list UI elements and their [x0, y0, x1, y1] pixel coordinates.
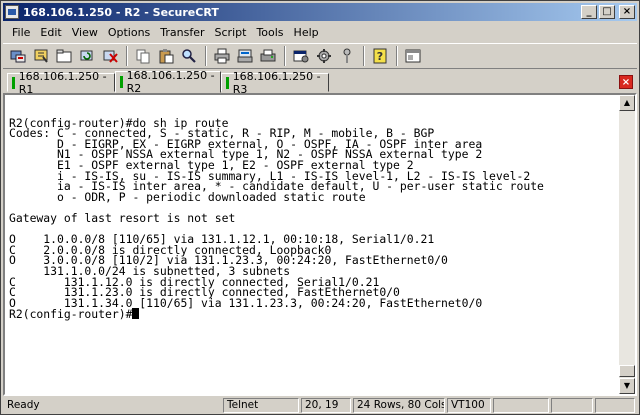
toolbar-separator: [363, 46, 365, 66]
keymap-icon[interactable]: [336, 45, 358, 67]
terminal-prompt-line: R2(config-router)#: [9, 307, 609, 322]
terminal-frame: R2(config-router)#do sh ip route Codes: C…: [3, 93, 637, 396]
menu-file[interactable]: File: [7, 26, 35, 39]
securecrt-window: 168.106.1.250 - R2 - SecureCRT _ □ × Fil…: [0, 0, 640, 415]
status-cursor-position: 20, 19: [301, 398, 351, 413]
tab-session-r3[interactable]: 168.106.1.250 - R3: [221, 70, 329, 96]
tab-label: 168.106.1.250 - R1: [18, 69, 107, 96]
status-terminal-size: 24 Rows, 80 Cols: [353, 398, 445, 413]
toolbar: ?: [3, 43, 637, 69]
vertical-scrollbar[interactable]: ▲ ▼: [619, 95, 635, 394]
status-panel-empty-1: [493, 398, 549, 413]
connected-status-icon: [120, 76, 123, 88]
scroll-up-button[interactable]: ▲: [619, 95, 635, 111]
help-icon[interactable]: ?: [369, 45, 391, 67]
securecrt-app-icon[interactable]: [5, 5, 19, 19]
global-options-icon[interactable]: [313, 45, 335, 67]
terminal-output[interactable]: R2(config-router)#do sh ip route Codes: C…: [9, 107, 609, 392]
session-options-icon[interactable]: [290, 45, 312, 67]
toolbar-separator: [396, 46, 398, 66]
status-panel-empty-3: [595, 398, 635, 413]
toolbar-separator: [205, 46, 207, 66]
connect-icon[interactable]: [7, 45, 29, 67]
menu-transfer[interactable]: Transfer: [155, 26, 209, 39]
copy-icon[interactable]: [132, 45, 154, 67]
scroll-down-button[interactable]: ▼: [619, 378, 635, 394]
menu-tools[interactable]: Tools: [251, 26, 288, 39]
menu-help[interactable]: Help: [289, 26, 324, 39]
status-bar: Ready Telnet 20, 19 24 Rows, 80 Cols VT1…: [3, 397, 637, 414]
toolbar-separator: [284, 46, 286, 66]
tab-label: 168.106.1.250 - R3: [232, 69, 321, 96]
status-text: Ready: [7, 399, 40, 411]
terminal-line: Gateway of last resort is not set: [9, 210, 236, 225]
menu-edit[interactable]: Edit: [35, 26, 66, 39]
disconnect-icon[interactable]: [99, 45, 121, 67]
toolbar-separator: [126, 46, 128, 66]
connect-tab-icon[interactable]: [53, 45, 75, 67]
menu-options[interactable]: Options: [103, 26, 155, 39]
print-icon[interactable]: [211, 45, 233, 67]
close-button[interactable]: ×: [619, 5, 635, 19]
quick-connect-icon[interactable]: [30, 45, 52, 67]
connected-status-icon: [12, 76, 15, 89]
scrollbar-thumb[interactable]: [619, 365, 635, 377]
menu-script[interactable]: Script: [210, 26, 252, 39]
menu-view[interactable]: View: [67, 26, 103, 39]
title-bar[interactable]: 168.106.1.250 - R2 - SecureCRT _ □ ×: [3, 3, 637, 21]
terminal-line: o - ODR, P - periodic downloaded static …: [9, 189, 366, 204]
connected-status-icon: [226, 76, 229, 89]
print-selection-icon[interactable]: [234, 45, 256, 67]
status-emulation: VT100: [447, 398, 491, 413]
tab-session-r2[interactable]: 168.106.1.250 - R2: [115, 69, 221, 95]
minimize-button[interactable]: _: [581, 5, 597, 19]
paste-icon[interactable]: [155, 45, 177, 67]
tab-label: 168.106.1.250 - R2: [126, 69, 215, 95]
find-icon[interactable]: [178, 45, 200, 67]
close-tab-icon[interactable]: ×: [619, 75, 633, 89]
status-panel-empty-2: [551, 398, 593, 413]
new-window-icon[interactable]: [402, 45, 424, 67]
reconnect-icon[interactable]: [76, 45, 98, 67]
svg-text:?: ?: [377, 50, 383, 63]
print-screen-icon[interactable]: [257, 45, 279, 67]
tab-session-r1[interactable]: 168.106.1.250 - R1: [7, 70, 115, 96]
terminal-cursor: [132, 308, 140, 320]
session-tab-bar: 168.106.1.250 - R1 168.106.1.250 - R2 16…: [3, 69, 637, 96]
window-title: 168.106.1.250 - R2 - SecureCRT: [23, 5, 219, 19]
maximize-button[interactable]: □: [599, 5, 615, 19]
terminal-prompt: R2(config-router)#: [9, 307, 133, 322]
window-controls: _ □ ×: [581, 5, 635, 19]
status-protocol: Telnet: [223, 398, 299, 413]
menu-bar: File Edit View Options Transfer Script T…: [3, 23, 637, 41]
